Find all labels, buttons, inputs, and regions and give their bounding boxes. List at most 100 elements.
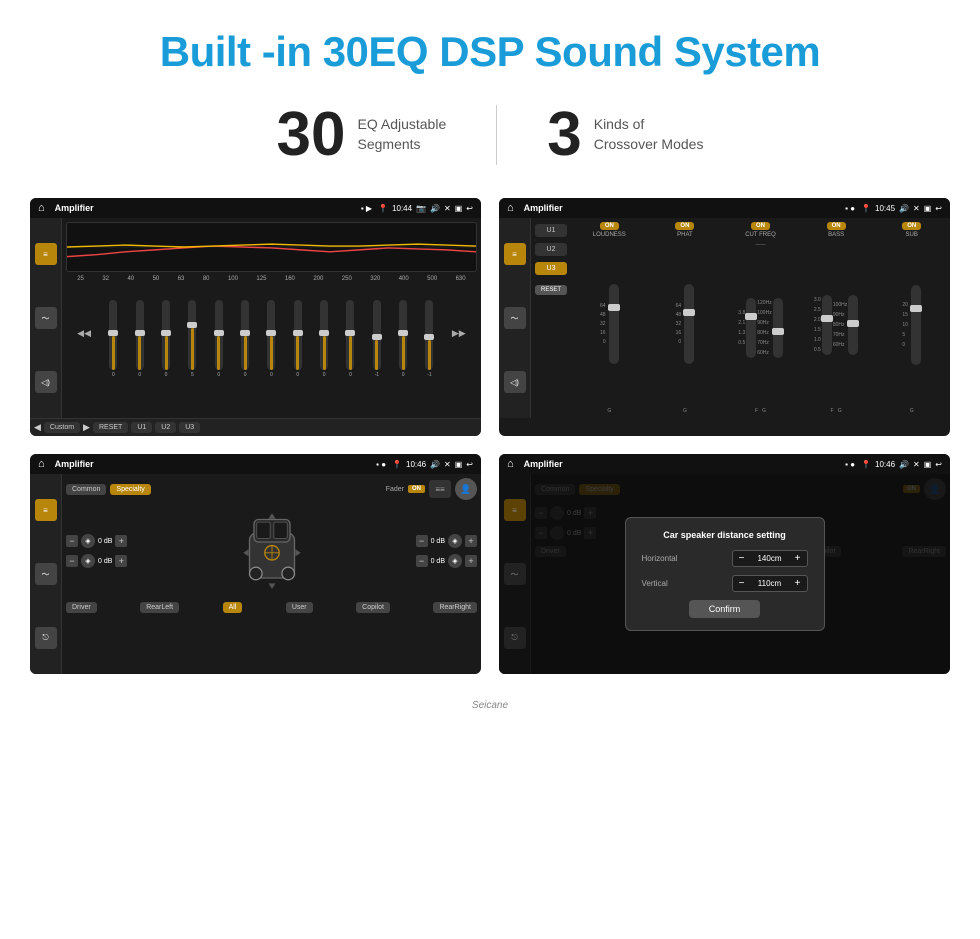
sub-v-slider[interactable]	[911, 285, 921, 365]
dialog-title: Car speaker distance setting	[642, 530, 808, 540]
x-icon-2: ✕	[913, 204, 920, 213]
db-rl-plus[interactable]: +	[115, 555, 127, 567]
horizontal-plus[interactable]: +	[793, 553, 803, 564]
x-icon-1: ✕	[444, 204, 451, 213]
u1-btn-cx[interactable]: U1	[535, 224, 567, 237]
cutfreq-v-slider-f[interactable]	[746, 298, 756, 358]
bass-v-slider[interactable]	[822, 295, 832, 355]
db-fr-minus[interactable]: −	[416, 535, 428, 547]
pin-icon-4: 📍	[861, 460, 871, 469]
db-rr-minus[interactable]: −	[416, 555, 428, 567]
u1-btn-1[interactable]: U1	[131, 422, 152, 433]
confirm-button[interactable]: Confirm	[689, 600, 761, 618]
vertical-label: Vertical	[642, 579, 702, 588]
loudness-toggle[interactable]: ON	[600, 222, 619, 230]
time-1: 10:44	[392, 204, 412, 213]
eq-sliders-icon[interactable]: ≡	[35, 243, 57, 265]
back-icon-4[interactable]: ↩	[935, 460, 942, 469]
screen-dialog: ⌂ Amplifier ▪ ● 📍 10:46 🔊 ✕ ▣ ↩ ≡ 〜 ⎋ Co…	[499, 454, 950, 674]
bass-slider: 3.02.52.01.51.00.5 100Hz90Hz80Hz70Hz60Hz	[814, 242, 858, 408]
eq-main: 253240506380100125160200250320400500630 …	[62, 218, 481, 418]
phat-v-slider[interactable]	[684, 284, 694, 364]
eq-speaker-icon[interactable]: ◁)	[35, 371, 57, 393]
u3-btn-cx[interactable]: U3	[535, 262, 567, 275]
loudness-v-slider[interactable]	[609, 284, 619, 364]
sub-toggle[interactable]: ON	[902, 222, 921, 230]
eq-slider-0: 0	[109, 300, 117, 378]
db-rl-minus[interactable]: −	[66, 555, 78, 567]
cutfreq-slider: 3.82.11.30.5 120Hz100Hz90Hz80Hz70Hz60Hz	[738, 248, 782, 408]
home-icon-3[interactable]: ⌂	[38, 458, 45, 470]
fader-sliders-icon: ≡≡	[429, 480, 451, 498]
eq-wave-icon[interactable]: 〜	[35, 307, 57, 329]
bass-v-slider-hz[interactable]	[848, 295, 858, 355]
home-icon-4[interactable]: ⌂	[507, 458, 514, 470]
dialog-horizontal-row: Horizontal − 140cm +	[642, 550, 808, 567]
cutfreq-toggle[interactable]: ON	[751, 222, 770, 230]
horizontal-minus[interactable]: −	[737, 553, 747, 564]
record-icon-4: ▪ ●	[845, 460, 855, 469]
reset-btn-1[interactable]: RESET	[93, 422, 128, 433]
fs-bt-icon[interactable]: ⎋	[35, 627, 57, 649]
u3-btn-1[interactable]: U3	[179, 422, 200, 433]
eq-graph	[66, 222, 477, 272]
screen-eq: ⌂ Amplifier ▪ ▶ 📍 10:44 📷 🔊 ✕ ▣ ↩ ≡ 〜 ◁)	[30, 198, 481, 436]
record-icon-2: ▪ ●	[845, 204, 855, 213]
vertical-minus[interactable]: −	[737, 578, 747, 589]
next-arrow[interactable]: ▶	[83, 422, 90, 433]
crossover-sidebar: ≡ 〜 ◁)	[499, 218, 531, 418]
rearright-btn-3[interactable]: RearRight	[433, 602, 477, 613]
watermark: Seicane	[0, 694, 980, 715]
cx-wave-icon[interactable]: 〜	[504, 307, 526, 329]
forward-icon[interactable]: ◀◀	[77, 328, 91, 339]
u2-btn-cx[interactable]: U2	[535, 243, 567, 256]
back-icon-2[interactable]: ↩	[935, 204, 942, 213]
channel-loudness: ON LOUDNESS 644832160 G	[573, 222, 646, 414]
db-rr-plus[interactable]: +	[465, 555, 477, 567]
specialty-btn-3[interactable]: Specialty	[110, 484, 150, 495]
screen2-title: Amplifier	[524, 203, 840, 213]
status-bar-2: ⌂ Amplifier ▪ ● 📍 10:45 🔊 ✕ ▣ ↩	[499, 198, 950, 218]
volume-icon-3: 🔊	[430, 460, 440, 469]
rearleft-btn-3[interactable]: RearLeft	[140, 602, 179, 613]
cutfreq-v-slider-hz[interactable]	[773, 298, 783, 358]
vertical-plus[interactable]: +	[793, 578, 803, 589]
home-icon-1[interactable]: ⌂	[38, 202, 45, 214]
prev-arrow[interactable]: ◀	[34, 422, 41, 433]
cx-sliders-icon[interactable]: ≡	[504, 243, 526, 265]
fs-sliders-icon[interactable]: ≡	[35, 499, 57, 521]
db-fl: − ◈ 0 dB +	[66, 534, 127, 548]
screen-icon-2: ▣	[924, 204, 932, 213]
phat-toggle[interactable]: ON	[675, 222, 694, 230]
screen2-content: ≡ 〜 ◁) U1 U2 U3 RESET ON LOUDNESS 644832…	[499, 218, 950, 418]
back-icon-1[interactable]: ↩	[466, 204, 473, 213]
back-icon-3[interactable]: ↩	[466, 460, 473, 469]
stat-crossover: 3 Kinds ofCrossover Modes	[497, 104, 753, 166]
db-fr-plus[interactable]: +	[465, 535, 477, 547]
bass-hz-labels: 100Hz90Hz80Hz70Hz60Hz	[833, 300, 847, 350]
eq-slider-7: 0	[294, 300, 302, 378]
cx-speaker-icon[interactable]: ◁)	[504, 371, 526, 393]
fs-wave-icon[interactable]: 〜	[35, 563, 57, 585]
loudness-labels: 644832160	[600, 302, 606, 347]
db-fl-plus[interactable]: +	[115, 535, 127, 547]
record-icon-1: ▪ ▶	[361, 204, 372, 213]
u2-btn-1[interactable]: U2	[155, 422, 176, 433]
user-btn-3[interactable]: User	[286, 602, 313, 613]
db-fl-minus[interactable]: −	[66, 535, 78, 547]
custom-btn[interactable]: Custom	[44, 422, 80, 433]
status-bar-3: ⌂ Amplifier ▪ ● 📍 10:46 🔊 ✕ ▣ ↩	[30, 454, 481, 474]
screen3-title: Amplifier	[55, 459, 371, 469]
eq-slider-12: -1	[425, 300, 433, 378]
driver-btn-3[interactable]: Driver	[66, 602, 97, 613]
all-btn-3[interactable]: All	[223, 602, 243, 613]
sub-slider: 20151050	[902, 242, 921, 408]
common-btn-3[interactable]: Common	[66, 484, 106, 495]
u-buttons-panel: U1 U2 U3 RESET	[531, 218, 571, 418]
reset-btn-cx[interactable]: RESET	[535, 285, 567, 295]
bass-toggle[interactable]: ON	[827, 222, 846, 230]
home-icon-2[interactable]: ⌂	[507, 202, 514, 214]
fader-left-controls: − ◈ 0 dB + − ◈ 0 dB +	[66, 506, 127, 596]
back-arrows-icon[interactable]: ▶▶	[452, 328, 466, 339]
copilot-btn-3[interactable]: Copilot	[356, 602, 390, 613]
